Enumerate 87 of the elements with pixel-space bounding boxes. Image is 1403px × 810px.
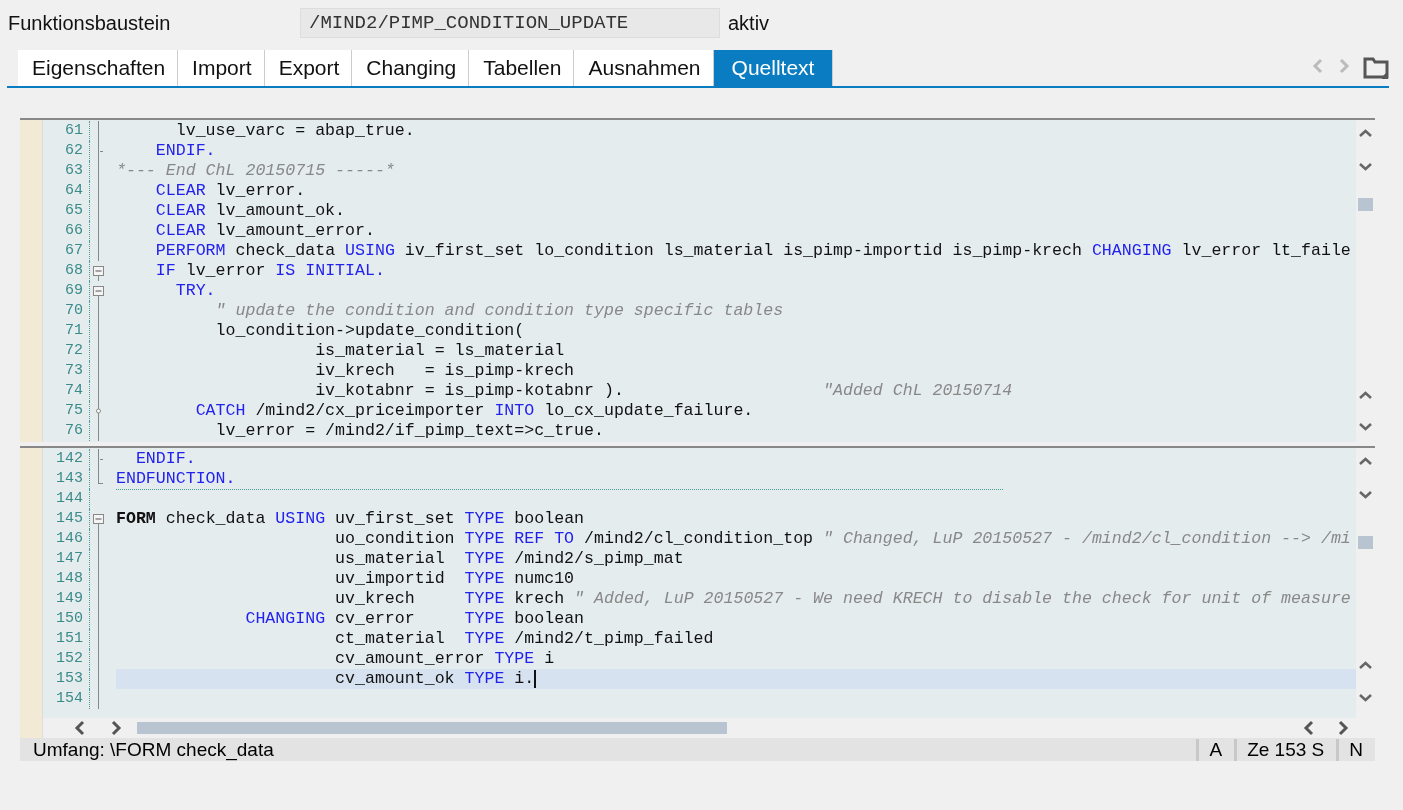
- code-line: lo_condition->update_condition(: [214, 321, 525, 341]
- code-line: ENDFUNCTION.: [116, 468, 236, 489]
- scroll-left-icon[interactable]: [1302, 719, 1316, 737]
- line-number: 152: [43, 649, 90, 669]
- code-line: TRY.: [174, 281, 216, 301]
- code-line: uv_krech TYPE krech " Added, LuP 20150527 - We need KRECH to disable the check for unit of measure: [334, 589, 1351, 609]
- scope-text: Umfang: \FORM check_data: [32, 739, 275, 761]
- code-line: ct_material TYPE /mind2/t_pimp_failed: [334, 629, 714, 649]
- scroll-down-icon[interactable]: [1358, 162, 1373, 172]
- line-number: 149: [43, 589, 90, 609]
- scrollbar-thumb[interactable]: [1358, 536, 1373, 549]
- function-module-field[interactable]: /MIND2/PIMP_CONDITION_UPDATE: [300, 8, 720, 38]
- scroll-up-icon[interactable]: [1358, 390, 1373, 400]
- code-line: ENDIF.: [134, 449, 196, 469]
- line-number: 142: [43, 449, 90, 469]
- line-number: 70: [43, 301, 90, 321]
- code-line: lv_error = /mind2/if_pimp_text=>c_true.: [214, 421, 604, 441]
- tab[interactable]: Ausnahmen: [574, 50, 714, 86]
- code-line: ENDIF.: [154, 141, 216, 161]
- tab[interactable]: Quelltext: [713, 50, 834, 86]
- line-number: 151: [43, 629, 90, 649]
- line-number: 147: [43, 549, 90, 569]
- line-number: 65: [43, 201, 90, 221]
- status-field: N: [1336, 739, 1375, 761]
- code-line: FORM check_data USING uv_first_set TYPE boolean: [116, 509, 585, 529]
- code-line: *--- End ChL 20150715 -----*: [116, 161, 395, 181]
- code-line: PERFORM check_data USING iv_first_set lo_condition ls_material is_pimp-importid is_pimp-krech CHANGING lv_error lt_faile: [154, 241, 1351, 261]
- code-line: lv_use_varc = abap_true.: [174, 121, 415, 141]
- line-number: 64: [43, 181, 90, 201]
- code-line: uv_importid TYPE numc10: [334, 569, 575, 589]
- scroll-up-icon[interactable]: [1358, 128, 1373, 138]
- field-label: Funktionsbaustein: [8, 11, 172, 35]
- code-line: cv_amount_ok TYPE i.: [334, 669, 535, 689]
- line-number: 61: [43, 121, 90, 141]
- line-number: 66: [43, 221, 90, 241]
- line-number: 144: [43, 489, 90, 509]
- line-number: 146: [43, 529, 90, 549]
- tab[interactable]: Import: [178, 50, 265, 86]
- line-number: 71: [43, 321, 90, 341]
- scroll-right-icon[interactable]: [109, 719, 123, 737]
- scrollbar-thumb[interactable]: [1358, 198, 1373, 211]
- line-number: 73: [43, 361, 90, 381]
- code-line: is_material = ls_material: [314, 341, 565, 361]
- tab[interactable]: Changing: [352, 50, 470, 86]
- line-number: 75: [43, 401, 90, 421]
- line-number: 153: [43, 669, 90, 689]
- status-text: aktiv: [728, 11, 770, 35]
- code-line: IF lv_error IS INITIAL.: [154, 261, 385, 281]
- scrollbar-thumb[interactable]: [137, 722, 727, 734]
- text-cursor: [534, 670, 537, 688]
- line-number: 67: [43, 241, 90, 261]
- line-number: 68: [43, 261, 90, 281]
- line-number: 154: [43, 689, 90, 709]
- code-line: CLEAR lv_amount_error.: [154, 221, 375, 241]
- code-line: iv_kotabnr = is_pimp-kotabnr ). "Added ChL 20150714: [314, 381, 1013, 401]
- tab[interactable]: Tabellen: [469, 50, 575, 86]
- line-number: 150: [43, 609, 90, 629]
- scroll-down-icon[interactable]: [1358, 693, 1373, 703]
- code-line: us_material TYPE /mind2/s_pimp_mat: [334, 549, 684, 569]
- line-number: 69: [43, 281, 90, 301]
- line-number: 76: [43, 421, 90, 441]
- line-number: 62: [43, 141, 90, 161]
- line-number: 63: [43, 161, 90, 181]
- line-number: 148: [43, 569, 90, 589]
- code-line: iv_krech = is_pimp-krech: [314, 361, 575, 381]
- code-line: CLEAR lv_amount_ok.: [154, 201, 346, 221]
- line-number: 74: [43, 381, 90, 401]
- line-number: 72: [43, 341, 90, 361]
- code-line: " update the condition and condition type specific tables: [214, 301, 784, 321]
- status-field: A: [1196, 739, 1235, 761]
- scroll-left-icon[interactable]: [73, 719, 87, 737]
- line-number: 143: [43, 469, 90, 489]
- status-field: Ze 153 S: [1234, 739, 1337, 761]
- line-number: 145: [43, 509, 90, 529]
- code-line: cv_amount_error TYPE i: [334, 649, 555, 669]
- tab[interactable]: Export: [264, 50, 353, 86]
- folder-icon[interactable]: [1363, 56, 1389, 80]
- code-line: CHANGING cv_error TYPE boolean: [244, 609, 585, 629]
- code-line: uo_condition TYPE REF TO /mind2/cl_condition_top " Changed, LuP 20150527 - /mind2/cl_condition --> /mi: [334, 529, 1351, 549]
- scroll-down-icon[interactable]: [1358, 490, 1373, 500]
- code-line: CLEAR lv_error.: [154, 181, 306, 201]
- scroll-up-icon[interactable]: [1358, 660, 1373, 670]
- code-line: CATCH /mind2/cx_priceimporter INTO lo_cx_update_failure.: [194, 401, 754, 421]
- scroll-up-icon[interactable]: [1358, 456, 1373, 466]
- scroll-right-icon[interactable]: [1336, 719, 1350, 737]
- tab[interactable]: Eigenschaften: [18, 50, 179, 86]
- scroll-down-icon[interactable]: [1358, 422, 1373, 432]
